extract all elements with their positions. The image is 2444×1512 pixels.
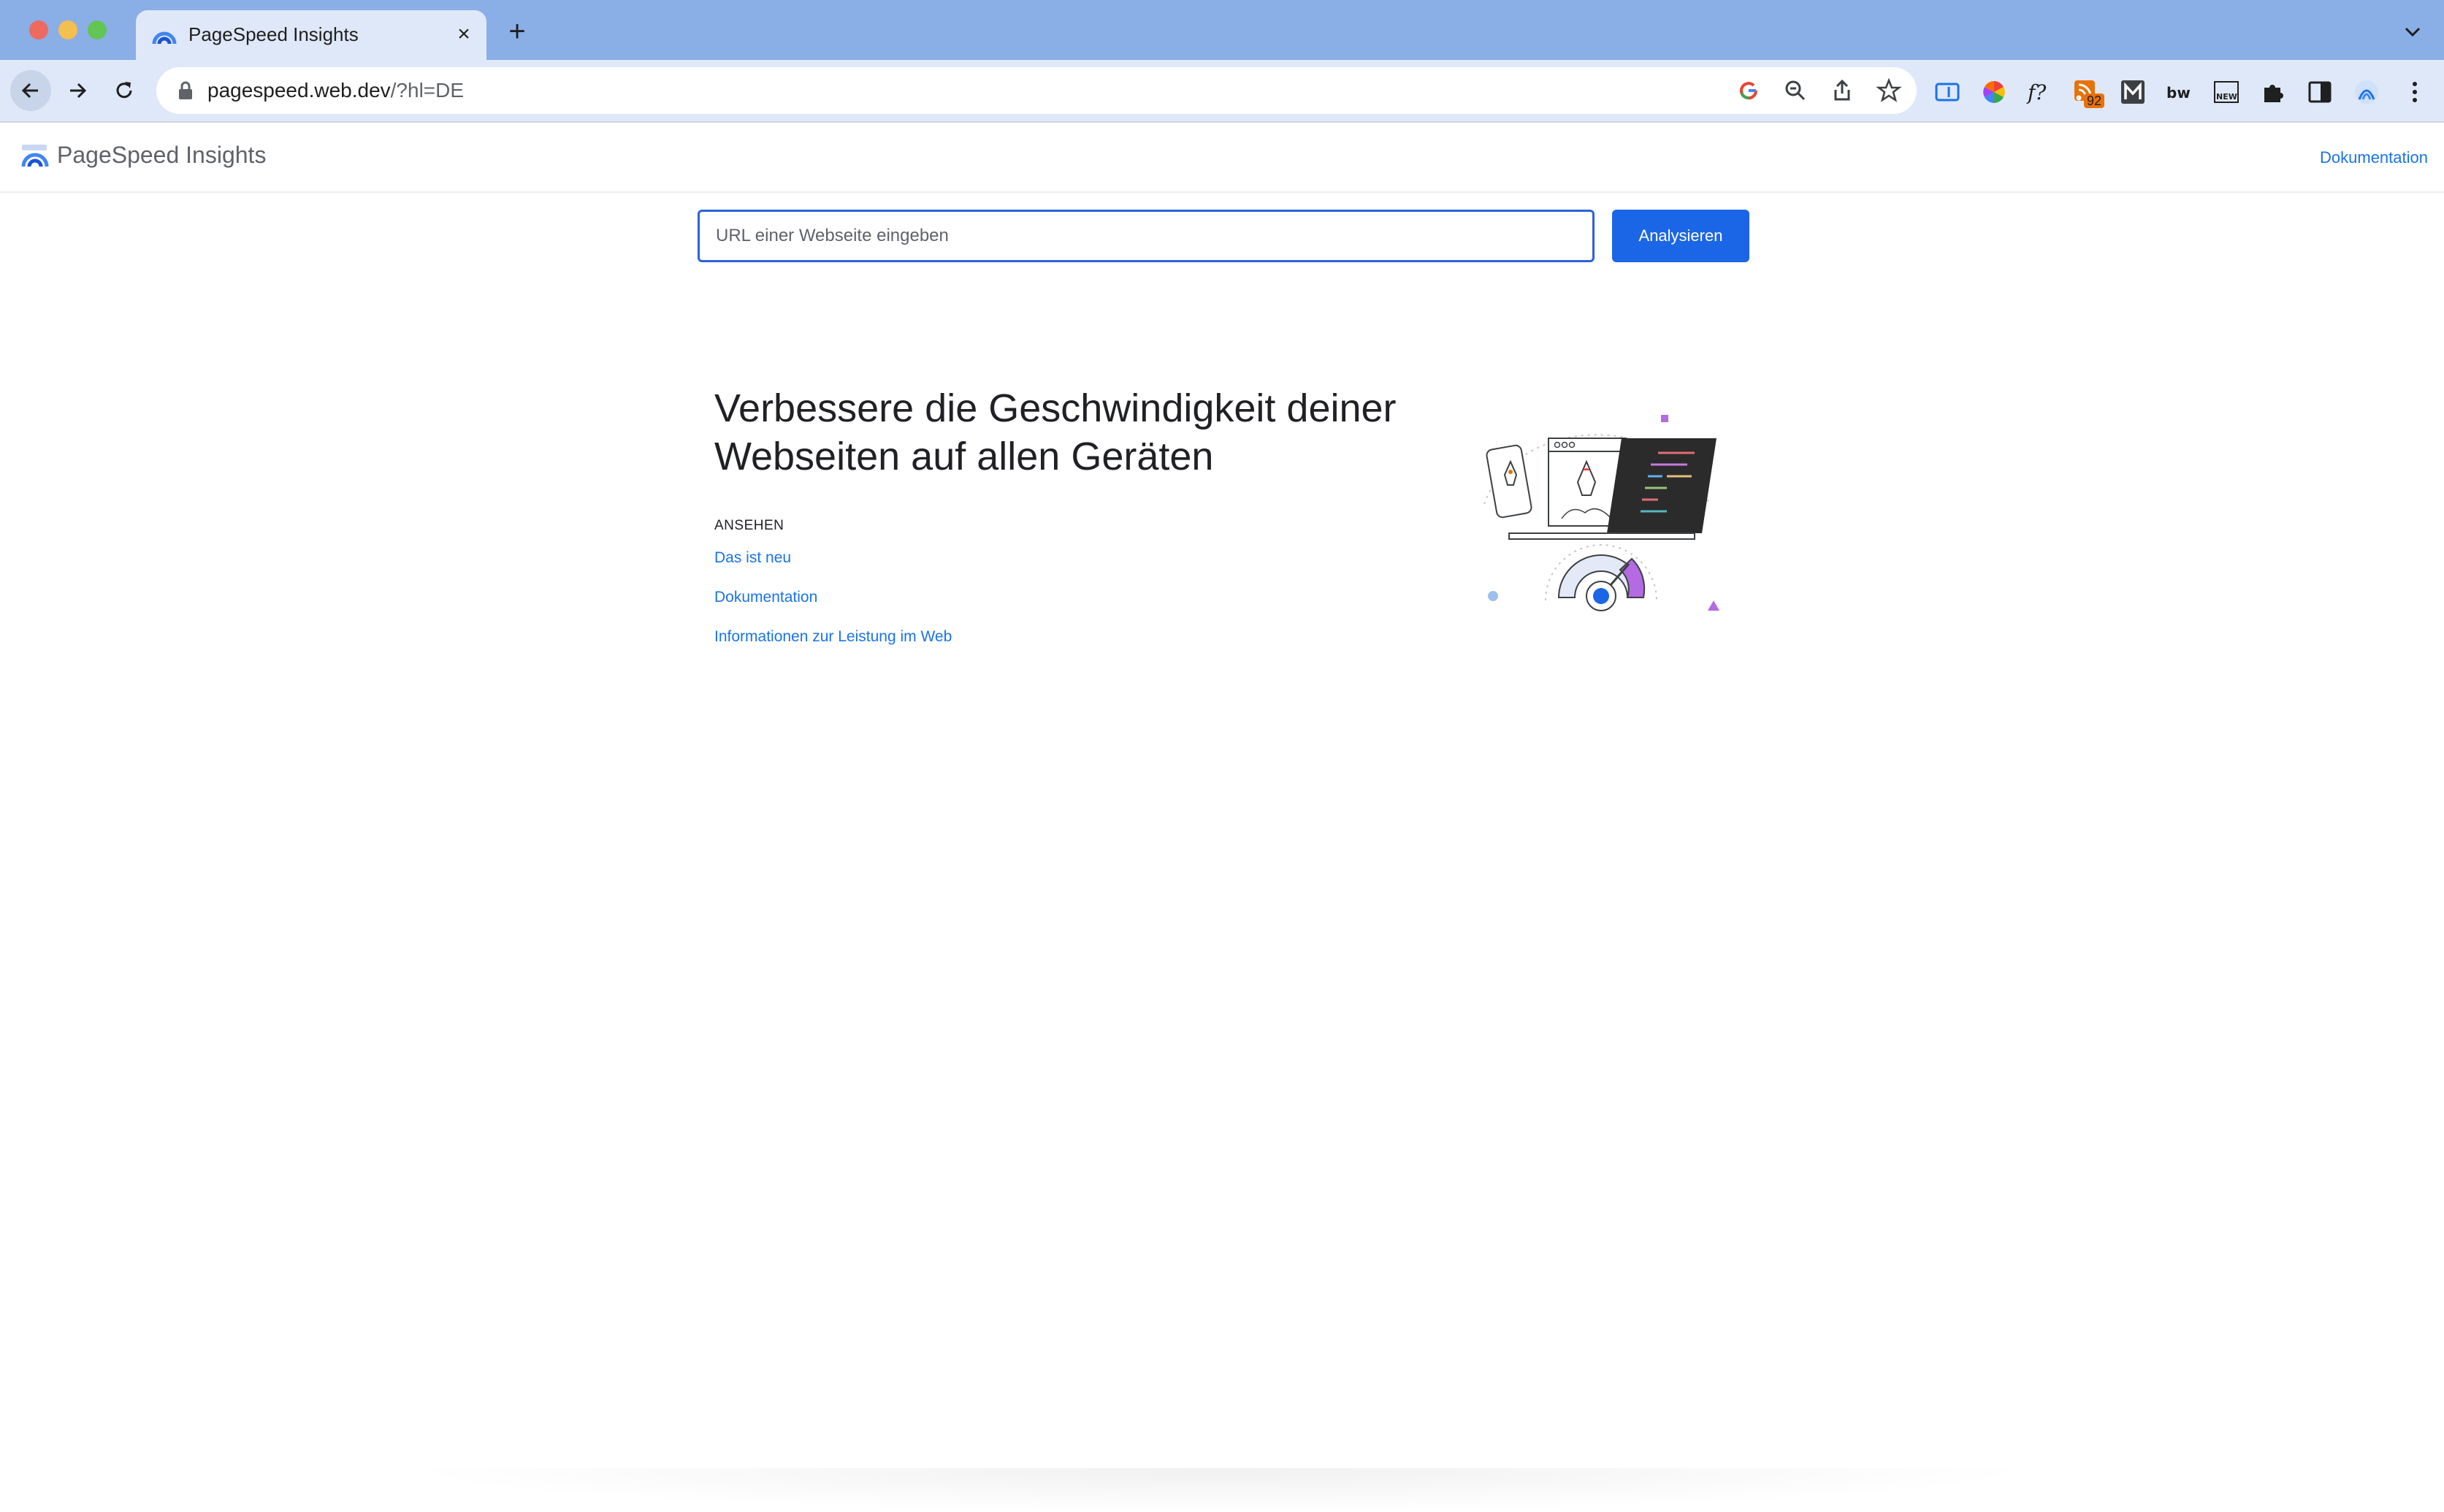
header-documentation-link[interactable]: Dokumentation <box>2320 148 2428 168</box>
browser-toolbar: pagespeed.web.dev/?hl=DE f? 92 bw NEW <box>0 60 2444 121</box>
url-host: pagespeed.web.dev <box>207 79 391 102</box>
speed-illustration <box>1483 415 1719 611</box>
share-icon[interactable] <box>1829 77 1855 104</box>
browser-tab-pagespeed[interactable]: PageSpeed Insights × <box>136 10 486 60</box>
close-window-button[interactable] <box>29 20 48 39</box>
link-whats-new[interactable]: Das ist neu <box>714 548 791 568</box>
maximize-window-button[interactable] <box>88 20 107 39</box>
page-header: PageSpeed Insights Dokumentation <box>0 123 2444 193</box>
link-web-performance[interactable]: Informationen zur Leistung im Web <box>714 627 952 647</box>
link-documentation[interactable]: Dokumentation <box>714 587 817 608</box>
bookmark-star-icon[interactable] <box>1876 77 1902 104</box>
extension-color-wheel-icon[interactable] <box>1979 77 2009 107</box>
svg-text:f?: f? <box>2026 80 2047 104</box>
extension-bw-icon[interactable]: bw <box>2165 77 2194 107</box>
brand-title[interactable]: PageSpeed Insights <box>57 140 266 169</box>
minimize-window-button[interactable] <box>58 20 77 39</box>
section-label: ANSEHEN <box>714 518 784 533</box>
bottom-shadow <box>394 1468 2045 1512</box>
extension-font-icon[interactable]: f? <box>2025 77 2054 107</box>
extension-badge: 92 <box>2084 93 2105 108</box>
url-input[interactable] <box>698 210 1595 262</box>
hero-title: Verbessere die Geschwindigkeit deiner We… <box>714 386 1397 478</box>
extension-reader-icon[interactable] <box>1933 77 1962 107</box>
tab-title: PageSpeed Insights <box>188 23 359 45</box>
browser-title-bar: PageSpeed Insights × + <box>0 0 2444 60</box>
side-panel-icon[interactable] <box>2305 77 2334 107</box>
lock-icon <box>179 81 192 99</box>
extension-new-icon[interactable]: NEW <box>2212 77 2241 107</box>
svg-text:bw: bw <box>2166 84 2191 102</box>
arrow-right-icon <box>70 83 87 99</box>
profile-avatar-icon[interactable] <box>2352 77 2381 107</box>
new-tab-icon[interactable]: + <box>504 17 530 46</box>
chevron-down-icon[interactable] <box>2402 20 2424 42</box>
address-bar[interactable]: pagespeed.web.dev/?hl=DE <box>156 67 1917 114</box>
zoom-icon[interactable] <box>1782 77 1809 104</box>
tab-close-icon[interactable]: × <box>451 22 476 47</box>
pagespeed-favicon-icon <box>152 31 177 45</box>
analyze-button[interactable]: Analysieren <box>1612 210 1749 262</box>
pagespeed-logo-icon[interactable] <box>20 143 50 169</box>
kebab-menu-icon[interactable] <box>2400 77 2429 107</box>
arrow-left-icon <box>21 83 38 99</box>
svg-text:NEW: NEW <box>2216 92 2237 102</box>
extension-m-icon[interactable] <box>2118 77 2147 107</box>
url-path: /?hl=DE <box>390 79 465 102</box>
extensions-puzzle-icon[interactable] <box>2258 77 2288 107</box>
url-text: pagespeed.web.dev/?hl=DE <box>207 77 464 104</box>
reload-icon <box>116 82 132 99</box>
forward-button[interactable] <box>57 70 98 111</box>
reload-button[interactable] <box>104 70 145 111</box>
google-icon[interactable] <box>1735 77 1762 104</box>
back-button[interactable] <box>10 70 51 111</box>
